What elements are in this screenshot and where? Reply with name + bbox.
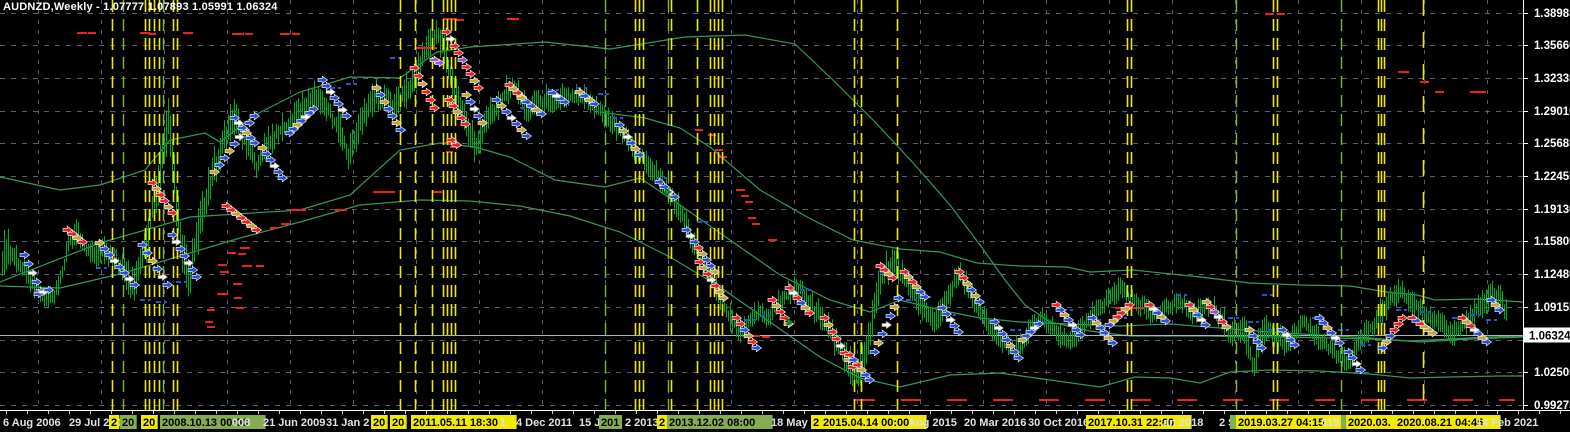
price-tick-label: 1.09155 [1534,302,1570,314]
time-tick-label: 21 Jun 2009 [263,417,325,429]
event-date-chip: 2020.08.21 04:45 [1397,417,1483,429]
time-tick-label: Aug 2015 [908,417,957,429]
event-date-chip: 20 [392,417,404,429]
mt4-chart-window[interactable]: 1.38985 1.35660 1.32335 1.29010 1.25685 1.224… [0,0,1570,432]
chart-title: AUDNZD,Weekly - 1.07777 1.07893 1.05991 … [3,1,278,13]
time-tick-label: 6 Aug 2006 [3,417,61,429]
event-date-chip: 20 [373,417,385,429]
time-tick-label: 019 [1321,417,1339,429]
price-tick-label: 1.22455 [1534,171,1570,183]
time-tick-label: 15 J [579,417,600,429]
price-tick-label: 1.38985 [1534,8,1570,20]
time-tick-label: 1 [500,417,506,429]
bid-price-label: 1.06324 [1529,331,1570,343]
event-date-chip: 2020.03. [1348,417,1391,429]
price-tick-label: 1.12480 [1534,269,1570,281]
event-date-chip: 2 [659,417,665,429]
price-tick-label: 1.15805 [1534,236,1570,248]
price-tick-label: 0.99275 [1534,400,1570,412]
time-tick-label: an 2018 [1163,417,1203,429]
price-tick-label: 1.25685 [1534,138,1570,150]
event-date-chip: 201 [601,417,619,429]
time-tick-label: 4 Dec 2011 [516,417,572,429]
time-tick-label: 008 [232,417,250,429]
event-date-chip: 20 [122,417,134,429]
event-date-chip: 2013.12.02 08:00 [669,417,755,429]
price-chart-canvas[interactable]: 1.38985 1.35660 1.32335 1.29010 1.25685 1.224… [0,0,1570,432]
price-tick-label: 1.19130 [1534,204,1570,216]
price-tick-label: 1.02505 [1534,367,1570,379]
event-date-chip: 2017.10.31 22:00 [1088,417,1174,429]
time-tick-label: 14 Feb 2021 [1476,417,1538,429]
price-tick-label: 1.29010 [1534,106,1570,118]
time-tick-label: 30 Oct 2016 [1028,417,1089,429]
time-tick-label: 31 Jan 2 [326,417,369,429]
price-tick-label: 1.35660 [1534,40,1570,52]
time-tick-label: 20 Mar 2016 [964,417,1026,429]
event-date-chip: 20 [143,417,155,429]
event-date-chip: 2019.03.27 04:15 [1238,417,1324,429]
event-date-chip: 2 [111,417,117,429]
event-date-chip: 2011.05.11 18:30 [413,417,498,429]
event-date-chip: 2 [813,417,819,429]
price-tick-label: 1.32335 [1534,73,1570,85]
bid-price-box: 1.06324 [1524,327,1570,343]
event-date-chip: 2015.04.14 00:00 [823,417,909,429]
